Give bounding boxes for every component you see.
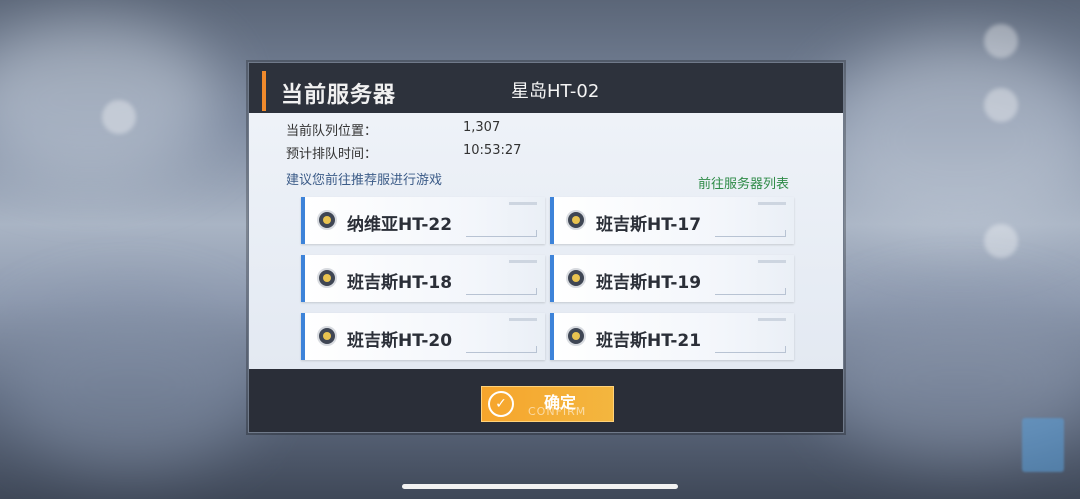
server-status-icon (317, 210, 337, 230)
card-decoration (715, 288, 786, 295)
blurred-side-icon (984, 88, 1018, 122)
check-icon: ✓ (488, 391, 514, 417)
blurred-side-icon (984, 224, 1018, 258)
confirm-button[interactable]: ✓ 确定 CONFIRM (481, 386, 614, 422)
wait-time-value: 10:53:27 (463, 143, 522, 158)
server-status-icon (566, 268, 586, 288)
server-list-link[interactable]: 前往服务器列表 (698, 173, 789, 192)
server-status-icon (317, 268, 337, 288)
server-queue-dialog: 当前服务器 星岛HT-02 当前队列位置： 1,307 预计排队时间： 10:5… (248, 62, 844, 433)
server-card-label: 纳维亚HT-22 (347, 215, 453, 235)
card-decoration (466, 230, 537, 237)
server-card[interactable]: 班吉斯HT-21 (550, 313, 794, 360)
header-accent-bar (262, 71, 266, 111)
card-decoration (758, 318, 786, 321)
card-decoration (758, 202, 786, 205)
dialog-footer: ✓ 确定 CONFIRM (249, 369, 843, 432)
card-decoration (509, 202, 537, 205)
queue-position-label: 当前队列位置： (286, 124, 378, 139)
card-decoration (466, 288, 537, 295)
suggestion-text: 建议您前往推荐服进行游戏 (286, 173, 443, 188)
card-decoration (509, 260, 537, 263)
server-card[interactable]: 纳维亚HT-22 (301, 197, 545, 244)
blurred-side-icon (102, 100, 136, 134)
server-card[interactable]: 班吉斯HT-19 (550, 255, 794, 302)
server-status-icon (566, 326, 586, 346)
server-card[interactable]: 班吉斯HT-17 (550, 197, 794, 244)
current-server-name: 星岛HT-02 (511, 81, 600, 102)
card-decoration (466, 346, 537, 353)
card-decoration (509, 318, 537, 321)
server-status-icon (566, 210, 586, 230)
card-decoration (715, 346, 786, 353)
confirm-button-sublabel: CONFIRM (528, 405, 587, 418)
home-indicator[interactable] (402, 484, 678, 489)
server-card[interactable]: 班吉斯HT-20 (301, 313, 545, 360)
blurred-corner-widget (1022, 418, 1064, 472)
server-card-label: 班吉斯HT-17 (596, 215, 702, 235)
server-card[interactable]: 班吉斯HT-18 (301, 255, 545, 302)
card-decoration (715, 230, 786, 237)
server-card-label: 班吉斯HT-19 (596, 273, 702, 293)
queue-position-value: 1,307 (463, 120, 501, 135)
server-card-label: 班吉斯HT-20 (347, 331, 453, 351)
blurred-side-icon (984, 24, 1018, 58)
card-decoration (758, 260, 786, 263)
wait-time-label: 预计排队时间： (286, 147, 378, 162)
background-cloud (0, 20, 220, 180)
server-status-icon (317, 326, 337, 346)
server-card-label: 班吉斯HT-21 (596, 331, 702, 351)
server-card-label: 班吉斯HT-18 (347, 273, 453, 293)
dialog-title: 当前服务器 (281, 83, 397, 108)
background-cloud (0, 300, 260, 470)
background-cloud (820, 40, 1080, 240)
dialog-header: 当前服务器 星岛HT-02 (249, 63, 843, 113)
